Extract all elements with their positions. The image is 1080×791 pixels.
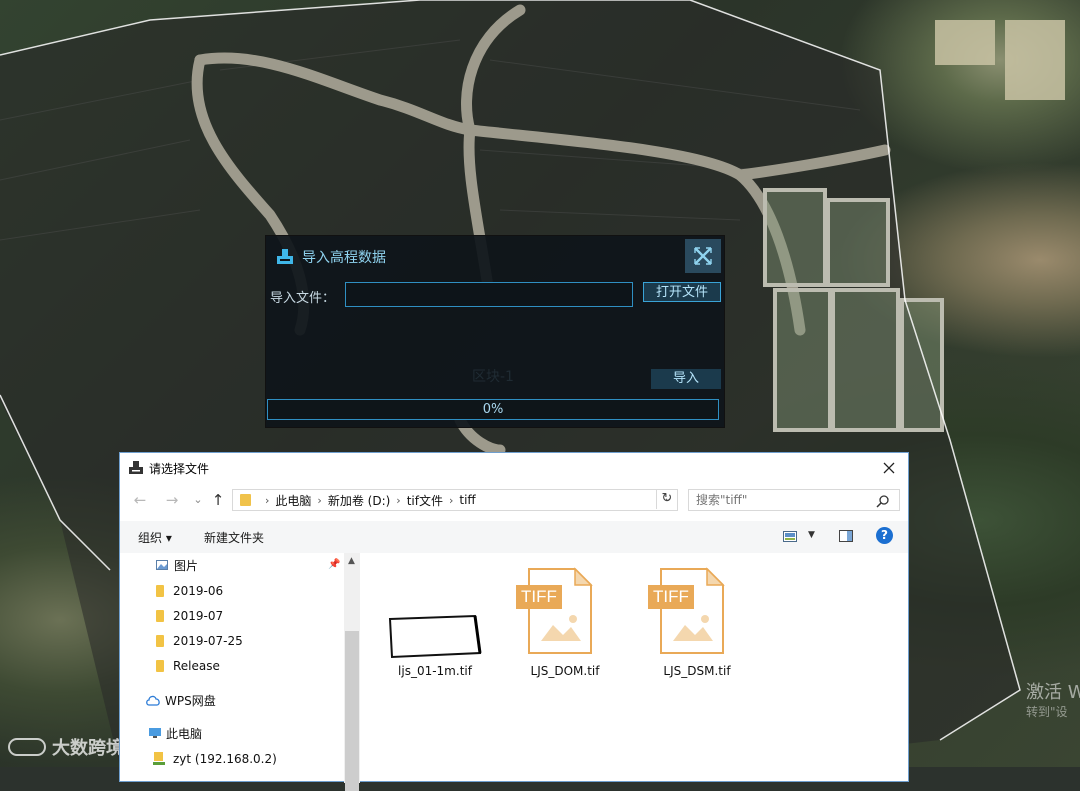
file-name: LJS_DSM.tif <box>663 664 731 678</box>
progress-text: 0% <box>482 402 504 417</box>
breadcrumb-tiff[interactable]: tiff <box>459 493 475 507</box>
recent-locations-button[interactable]: ⌄ <box>188 489 208 511</box>
view-dropdown-icon[interactable]: ▼ <box>808 530 815 540</box>
app-icon <box>129 461 143 474</box>
help-icon[interactable]: ? <box>876 527 893 544</box>
file-dialog-titlebar[interactable]: 请选择文件 <box>120 453 908 483</box>
sidebar-item-label: 此电脑 <box>166 726 203 741</box>
chevron-right-icon: › <box>265 493 270 507</box>
new-folder-button[interactable]: 新建文件夹 <box>204 529 264 546</box>
navigation-bar: ← → ⌄ ↑ › 此电脑 › 新加卷 (D:) › tif文件 › tiff … <box>120 486 908 514</box>
sidebar-item-label: 2019-07-25 <box>173 634 243 648</box>
scroll-up-icon[interactable]: ▲ <box>348 556 355 566</box>
breadcrumb-drive-d[interactable]: 新加卷 (D:) <box>328 492 390 509</box>
folder-icon <box>156 635 164 647</box>
folder-icon <box>156 585 164 597</box>
import-data-icon <box>277 249 293 264</box>
sidebar-item-label: Release <box>173 659 220 673</box>
sidebar-scrollbar[interactable]: ▲ <box>344 553 360 791</box>
sidebar-item-release[interactable]: Release <box>156 655 220 677</box>
pictures-icon <box>156 560 168 570</box>
sidebar-item-label: 图片 <box>174 558 199 573</box>
file-dialog-close-button[interactable] <box>874 455 904 481</box>
tiff-badge: TIFF <box>516 585 562 609</box>
dialog-header: 导入高程数据 <box>266 236 724 276</box>
sidebar-item-wps-cloud[interactable]: WPS网盘 <box>145 689 216 711</box>
organize-button[interactable]: 组织 ▾ <box>138 529 172 546</box>
block-label: 区块-1 <box>472 369 514 385</box>
windows-activate-watermark: 激活 W <box>1026 682 1080 703</box>
image-thumbnail <box>388 614 482 659</box>
logo-watermark: 大数跨境 <box>8 734 124 760</box>
chevron-right-icon: › <box>317 493 322 507</box>
import-file-input[interactable] <box>345 282 633 307</box>
sidebar-item-pictures[interactable]: 图片 <box>156 554 198 576</box>
search-input[interactable] <box>688 489 900 511</box>
refresh-icon[interactable]: ↻ <box>656 489 677 509</box>
sidebar-item-2019-06[interactable]: 2019-06 <box>156 580 223 602</box>
sidebar-item-2019-07-25[interactable]: 2019-07-25 <box>156 630 243 652</box>
facility <box>935 20 1065 100</box>
command-toolbar: 组织 ▾ 新建文件夹 ▼ ? <box>120 521 908 553</box>
file-dialog-title: 请选择文件 <box>149 462 210 476</box>
computer-icon <box>149 728 161 738</box>
tiff-file-icon <box>528 567 593 654</box>
sidebar-item-label: WPS网盘 <box>165 693 216 708</box>
file-name: LJS_DOM.tif <box>530 664 600 678</box>
address-bar[interactable]: › 此电脑 › 新加卷 (D:) › tif文件 › tiff ⌄ <box>232 489 678 511</box>
file-item-ljs-dsm[interactable]: TIFF LJS_DSM.tif <box>642 565 752 685</box>
folder-icon <box>240 494 251 506</box>
file-list: ljs_01-1m.tif TIFF LJS_DOM.tif TIFF LJS_… <box>360 553 908 781</box>
file-name: ljs_01-1m.tif <box>398 664 472 678</box>
tiff-file-icon <box>660 567 725 654</box>
import-file-label: 导入文件： <box>270 291 336 306</box>
breadcrumb-this-pc[interactable]: 此电脑 <box>275 492 311 509</box>
import-button[interactable]: 导入 <box>651 369 721 389</box>
sidebar-item-label: zyt (192.168.0.2) <box>173 752 277 766</box>
sidebar-item-label: 2019-06 <box>173 584 224 598</box>
close-icon <box>694 247 712 265</box>
terraces <box>763 188 944 432</box>
cloud-icon <box>146 695 160 706</box>
breadcrumb-tif-folder[interactable]: tif文件 <box>407 492 443 509</box>
sidebar-item-label: 2019-07 <box>173 609 224 623</box>
logo-text: 大数跨境 <box>52 738 124 759</box>
open-file-button[interactable]: 打开文件 <box>643 282 721 302</box>
folder-icon <box>156 660 164 672</box>
forward-button[interactable]: → <box>162 489 182 511</box>
view-options-icon[interactable] <box>783 531 797 542</box>
import-progress-bar: 0% <box>267 399 719 420</box>
scrollbar-thumb[interactable] <box>345 631 359 791</box>
logo-mark-icon <box>8 738 46 756</box>
file-picker-dialog: 请选择文件 ← → ⌄ ↑ › 此电脑 › 新加卷 (D:) › tif文件 ›… <box>119 452 909 791</box>
tiff-badge: TIFF <box>648 585 694 609</box>
up-button[interactable]: ↑ <box>208 489 228 511</box>
preview-pane-icon[interactable] <box>839 530 853 542</box>
pin-icon[interactable]: 📌 <box>328 559 340 570</box>
search-icon[interactable] <box>876 494 890 508</box>
back-button[interactable]: ← <box>130 489 150 511</box>
close-icon <box>883 462 895 474</box>
close-button[interactable] <box>685 239 721 273</box>
dialog-title: 导入高程数据 <box>302 250 386 266</box>
windows-activate-sub-watermark: 转到"设 <box>1026 705 1068 719</box>
network-drive-icon <box>153 752 165 765</box>
chevron-right-icon: › <box>448 493 454 507</box>
import-elevation-dialog: 导入高程数据 导入文件： 打开文件 区块-1 导入 0% <box>265 235 725 428</box>
file-item-ljs-dom[interactable]: TIFF LJS_DOM.tif <box>510 565 620 685</box>
sidebar-item-2019-07[interactable]: 2019-07 <box>156 605 223 627</box>
navigation-pane: 图片 📌 2019-06 2019-07 2019-07-25 Release … <box>120 553 360 791</box>
sidebar-item-this-pc[interactable]: 此电脑 <box>148 722 202 744</box>
file-item-ljs-01-1m[interactable]: ljs_01-1m.tif <box>380 565 490 685</box>
chevron-right-icon: › <box>396 493 401 507</box>
folder-icon <box>156 610 164 622</box>
